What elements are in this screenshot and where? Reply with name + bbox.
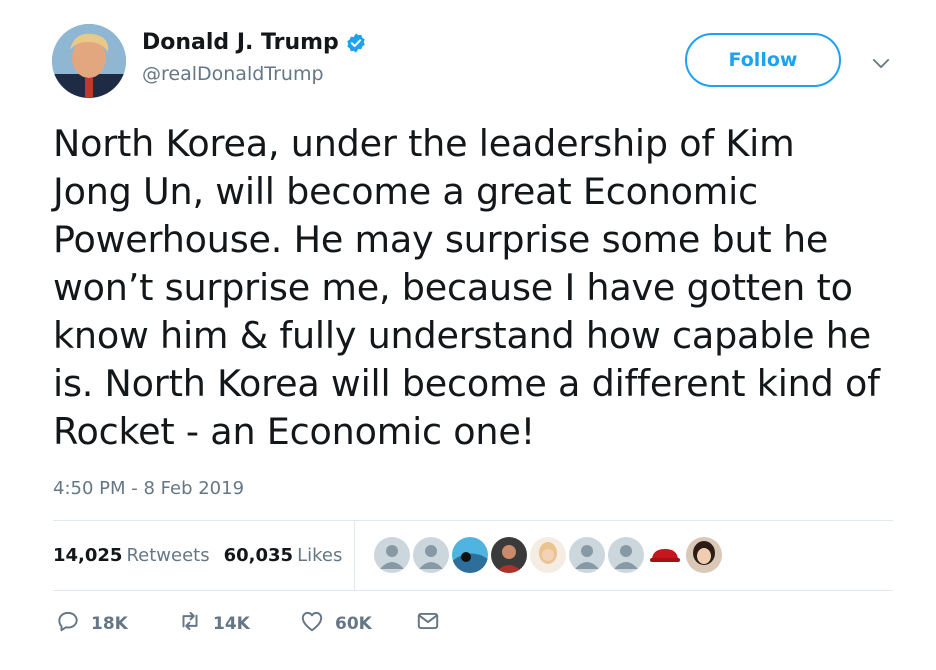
divider [53,590,893,591]
tweet-actions: 18K 14K 60K [55,608,441,639]
like-count: 60K [335,613,372,634]
retweet-count: 14K [213,613,250,634]
retweets-count: 14,025 [53,545,123,566]
author-avatar[interactable] [52,24,126,98]
direct-message-button[interactable] [415,608,441,639]
tweet-text-line: Rocket - an Economic one! [53,410,536,453]
liker-avatar[interactable] [608,537,644,573]
likes-label: Likes [297,545,343,566]
tweet-text-line: is. North Korea will become a different … [53,362,880,405]
retweet-icon [177,608,203,639]
author-display-name-text[interactable]: Donald J. Trump [142,30,339,55]
reply-icon [55,608,81,639]
author-name-block: Donald J. Trump @realDonaldTrump [142,30,367,85]
likes-count: 60,035 [223,545,294,566]
stats-separator [354,521,355,590]
liker-avatar[interactable] [374,537,410,573]
retweet-button[interactable]: 14K [177,608,299,639]
tweet-text-line: won’t surprise me, because I have gotten… [53,266,853,309]
message-icon [415,608,441,639]
tweet-text-line: know him & fully understand how capable … [53,314,871,357]
verified-badge-icon [345,32,367,54]
likes-stat[interactable]: 60,035 Likes [224,545,343,566]
follow-button[interactable]: Follow [685,33,841,87]
tweet-text: North Korea, under the leadership of Kim… [53,120,913,456]
retweets-label: Retweets [126,545,210,566]
liker-avatar[interactable] [686,537,722,573]
reply-button[interactable]: 18K [55,608,177,639]
tweet-text-line: Jong Un, will become a great Economic [53,170,758,213]
reply-count: 18K [91,613,128,634]
like-button[interactable]: 60K [299,608,415,639]
chevron-down-icon[interactable] [866,51,896,75]
liker-avatar[interactable] [452,537,488,573]
tweet-header: Donald J. Trump @realDonaldTrump Follow [52,24,902,104]
tweet-text-line: Powerhouse. He may surprise some but he [53,218,829,261]
liker-avatar[interactable] [491,537,527,573]
liker-avatar[interactable] [530,537,566,573]
liker-avatar[interactable] [413,537,449,573]
liker-avatar[interactable] [569,537,605,573]
tweet-timestamp[interactable]: 4:50 PM - 8 Feb 2019 [53,478,244,499]
likers-facepile [374,537,722,573]
author-display-name[interactable]: Donald J. Trump [142,30,367,55]
author-handle[interactable]: @realDonaldTrump [142,63,367,85]
retweets-stat[interactable]: 14,025 Retweets [53,545,210,566]
tweet-stats: 14,025 Retweets 60,035 Likes [53,521,342,590]
tweet-text-line: North Korea, under the leadership of Kim [53,122,795,165]
heart-icon [299,608,325,639]
liker-avatar[interactable] [647,537,683,573]
